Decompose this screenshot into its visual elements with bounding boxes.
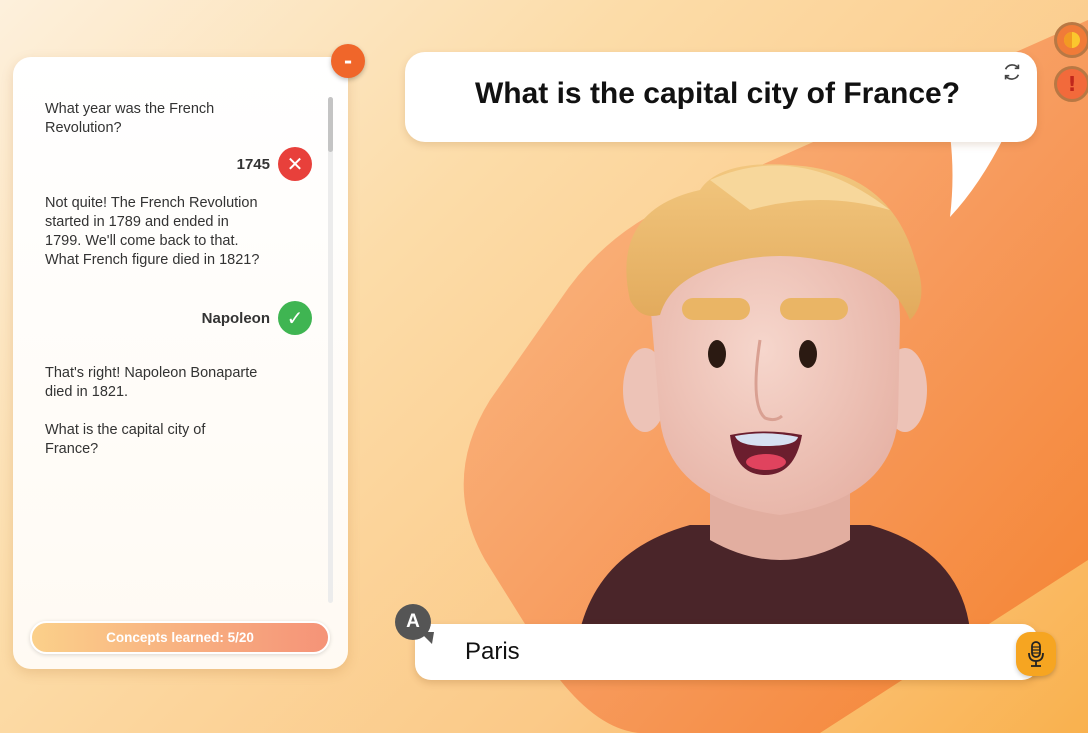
student-answer: 1745 ✕	[237, 147, 312, 181]
tutor-message: What is the capital city of France?	[45, 422, 206, 457]
tutor-message: That's right! Napoleon Bonaparte died in…	[45, 365, 258, 400]
hint-button[interactable]	[1054, 22, 1088, 58]
tutor-avatar	[580, 164, 970, 630]
student-answer-text: 1745	[236, 155, 270, 173]
chat-panel: What year was the French Revolution? 174…	[13, 57, 348, 669]
student-answer: Napoleon ✓	[202, 301, 312, 335]
collapse-button[interactable]: -	[331, 44, 365, 78]
microphone-icon	[1028, 641, 1044, 667]
user-avatar-badge: A	[395, 604, 431, 640]
student-answer-text: Napoleon	[201, 309, 270, 327]
speech-bubble-tail	[950, 135, 1005, 217]
question-text: What is the capital city of France?	[474, 77, 961, 110]
microphone-button[interactable]	[1016, 632, 1056, 676]
refresh-icon[interactable]	[1001, 61, 1023, 83]
answer-input[interactable]	[465, 636, 965, 668]
speech-bubble: What is the capital city of France?	[405, 52, 1037, 142]
alert-icon: !	[1067, 72, 1077, 96]
tutor-message: Not quite! The French Revolution started…	[45, 195, 260, 268]
report-button[interactable]: !	[1054, 66, 1088, 102]
chat-scrollbar[interactable]	[328, 97, 333, 603]
lightbulb-icon	[1064, 32, 1080, 48]
tutor-message: What year was the French Revolution?	[45, 101, 215, 136]
close-icon: ✕	[278, 147, 312, 181]
answer-bar	[415, 624, 1056, 680]
check-icon: ✓	[278, 301, 312, 335]
concepts-progress-bar: Concepts learned: 5/20	[30, 621, 330, 654]
chat-scrollbar-thumb[interactable]	[328, 97, 333, 152]
